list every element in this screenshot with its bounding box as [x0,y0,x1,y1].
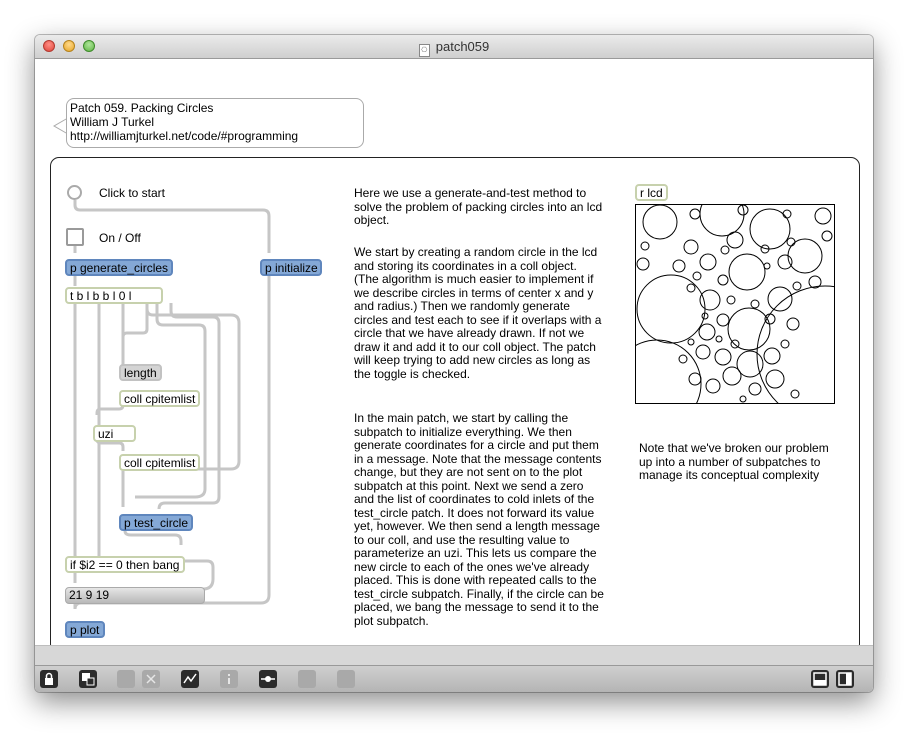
presentation-icon[interactable] [79,670,97,688]
trigger-object[interactable]: t b l b b l 0 l [65,287,163,304]
test-circle-subpatch[interactable]: p test_circle [119,514,193,531]
description-intro: Here we use a generate-and-test method t… [354,186,603,227]
uzi-object[interactable]: uzi [93,425,136,442]
description-main-patch: In the main patch, we start by calling t… [354,411,604,628]
coll-object-1[interactable]: coll cpitemlist [119,390,200,407]
patcher-canvas[interactable]: Patch 059. Packing Circles William J Tur… [35,59,873,653]
patch-window: ⎔ patch059 Patch 059. Packing Circles Wil… [35,35,873,692]
description-side-note: Note that we've broken our problem up in… [639,441,829,482]
window-title: ⎔ patch059 [35,39,873,57]
description-method: We start by creating a random circle in … [354,245,602,381]
lcd-canvas[interactable] [635,204,835,404]
cord-start-to-initialize [73,200,271,253]
title-bar: ⎔ patch059 [35,35,873,59]
bottom-toolbar [35,665,873,692]
initialize-subpatch[interactable]: p initialize [260,259,322,276]
info-icon[interactable] [220,670,238,688]
cord-trigger-outlet7 [145,303,241,471]
lock-icon[interactable] [40,670,58,688]
coordinate-message[interactable]: 21 9 19 [65,587,205,604]
start-bang-button[interactable] [67,185,82,200]
delete-icon[interactable] [142,670,160,688]
status-strip [35,645,873,666]
split-right-icon[interactable] [836,670,854,688]
debug-icon[interactable] [181,670,199,688]
grid-icon[interactable] [298,670,316,688]
generate-circles-subpatch[interactable]: p generate_circles [65,259,173,276]
on-off-toggle[interactable] [66,228,84,246]
if-object[interactable]: if $i2 == 0 then bang [65,556,185,573]
plot-subpatch[interactable]: p plot [65,621,105,638]
clipboard-icon[interactable] [117,670,135,688]
window-title-text: patch059 [435,39,490,54]
start-label: Click to start [99,186,166,200]
toggle-label: On / Off [99,231,141,245]
split-left-icon[interactable] [811,670,829,688]
document-icon: ⎔ [418,44,430,57]
cord-trigger-outlet4 [121,303,149,338]
receive-lcd-object[interactable]: r lcd [635,184,668,201]
settings-icon[interactable] [337,670,355,688]
connect-icon[interactable] [259,670,277,688]
coll-object-2[interactable]: coll cpitemlist [119,454,200,471]
length-message[interactable]: length [119,364,162,381]
